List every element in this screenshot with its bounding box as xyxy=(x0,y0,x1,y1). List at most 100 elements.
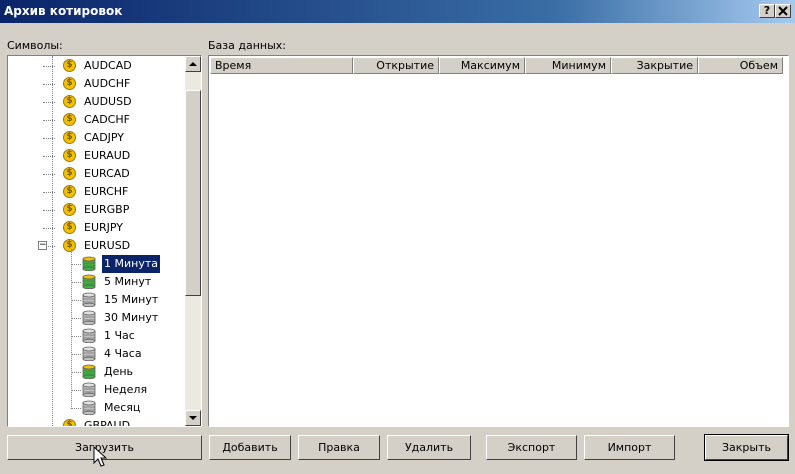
tree-item-label: GBPAUD xyxy=(84,419,131,427)
export-button[interactable]: Экспорт xyxy=(486,435,577,460)
tree-item-timeframe[interactable]: 5 Минут xyxy=(8,273,186,291)
database-grid[interactable]: Время Открытие Максимум Минимум Закрытие… xyxy=(208,55,789,427)
arrow-down-icon xyxy=(189,416,197,420)
tree-item-label: EURJPY xyxy=(84,221,123,234)
tree-item-label: EURUSD xyxy=(84,239,131,252)
arrow-up-icon xyxy=(189,62,197,66)
database-green-icon xyxy=(82,274,96,289)
tree-item-label: 5 Минут xyxy=(104,275,152,288)
close-icon xyxy=(778,6,788,16)
tree-item-symbol[interactable]: $ EURGBP xyxy=(8,201,186,219)
close-button[interactable]: Закрыть xyxy=(704,434,789,461)
database-gray-icon xyxy=(82,400,96,415)
tree-branch-line xyxy=(43,426,55,427)
database-gray-icon xyxy=(82,292,96,307)
archive-window: Архив котировок ? Символы: База данных: … xyxy=(0,0,795,474)
database-gray-icon xyxy=(82,346,96,361)
tree-scrollbar[interactable] xyxy=(185,56,201,426)
tree-item-timeframe[interactable]: 30 Минут xyxy=(8,309,186,327)
add-button[interactable]: Добавить xyxy=(209,435,291,460)
tree-item-symbol[interactable]: $ EURCHF xyxy=(8,183,186,201)
database-gray-icon xyxy=(82,328,96,343)
database-gray-icon xyxy=(82,310,96,325)
tree-item-label: 1 Час xyxy=(104,329,135,342)
tree-item-label: EURGBP xyxy=(84,203,130,216)
tree-item-label: Неделя xyxy=(104,383,148,396)
delete-button[interactable]: Удалить xyxy=(387,435,471,460)
scroll-down-button[interactable] xyxy=(185,410,201,426)
coin-icon: $ xyxy=(63,185,76,198)
tree-item-timeframe[interactable]: 4 Часа xyxy=(8,345,186,363)
tree-item-symbol[interactable]: $ EURJPY xyxy=(8,219,186,237)
symbols-label: Символы: xyxy=(7,39,63,52)
tree-item-timeframe[interactable]: 15 Минут xyxy=(8,291,186,309)
coin-icon: $ xyxy=(63,113,76,126)
title-bar[interactable]: Архив котировок ? xyxy=(0,0,795,23)
tree-item-label: CADJPY xyxy=(84,131,125,144)
tree-item-symbol[interactable]: $ CADJPY xyxy=(8,129,186,147)
tree-item-label: CADCHF xyxy=(84,113,130,126)
tree-item-label: 4 Часа xyxy=(104,347,142,360)
coin-icon: $ xyxy=(63,221,76,234)
database-green-icon xyxy=(82,256,96,271)
column-header-high[interactable]: Максимум xyxy=(439,57,525,74)
tree-item-timeframe[interactable]: Неделя xyxy=(8,381,186,399)
tree-item-symbol[interactable]: $ EURAUD xyxy=(8,147,186,165)
tree-item-label: Месяц xyxy=(104,401,141,414)
coin-icon: $ xyxy=(63,95,76,108)
tree-item-label: AUDUSD xyxy=(84,95,132,108)
tree-item-label: 30 Минут xyxy=(104,311,159,324)
column-header-open[interactable]: Открытие xyxy=(353,57,439,74)
tree-item-symbol[interactable]: $ CADCHF xyxy=(8,111,186,129)
column-header-volume[interactable]: Объем xyxy=(698,57,783,74)
database-label: База данных: xyxy=(208,39,287,52)
tree-item-symbol[interactable]: − $ EURUSD xyxy=(8,237,186,255)
coin-icon: $ xyxy=(63,59,76,72)
symbols-tree[interactable]: $ AUDCAD $ AUDCHF $ AUDUSD $ CADCHF $ CADJPY $ EURA… xyxy=(7,55,202,427)
scroll-up-button[interactable] xyxy=(185,56,201,72)
help-button[interactable]: ? xyxy=(759,4,775,18)
coin-icon: $ xyxy=(63,167,76,180)
tree-item-label: EURAUD xyxy=(84,149,131,162)
scroll-thumb[interactable] xyxy=(185,90,201,296)
tree-item-timeframe[interactable]: День xyxy=(8,363,186,381)
tree-item-symbol[interactable]: $ GBPAUD xyxy=(8,417,186,427)
window-title: Архив котировок xyxy=(4,4,123,18)
tree-item-label: День xyxy=(104,365,134,378)
import-button[interactable]: Импорт xyxy=(584,435,675,460)
column-header-time[interactable]: Время xyxy=(210,57,353,74)
tree-item-symbol[interactable]: $ AUDUSD xyxy=(8,93,186,111)
coin-icon: $ xyxy=(63,149,76,162)
tree-branch-line xyxy=(71,372,81,373)
coin-icon: $ xyxy=(63,239,76,252)
tree-item-timeframe[interactable]: Месяц xyxy=(8,399,186,417)
tree-branch-line xyxy=(43,84,55,85)
tree-branch-line xyxy=(43,192,55,193)
tree-branch-line xyxy=(71,390,81,391)
tree-item-symbol[interactable]: $ AUDCAD xyxy=(8,57,186,75)
tree-branch-line xyxy=(71,336,81,337)
tree-item-label: EURCHF xyxy=(84,185,129,198)
tree-item-symbol[interactable]: $ EURCAD xyxy=(8,165,186,183)
column-header-low[interactable]: Минимум xyxy=(525,57,611,74)
tree-branch-line xyxy=(43,174,55,175)
tree-branch-line xyxy=(71,318,81,319)
coin-icon: $ xyxy=(63,419,76,426)
tree-branch-line xyxy=(43,120,55,121)
tree-branch-line xyxy=(71,408,81,409)
column-header-close[interactable]: Закрытие xyxy=(611,57,698,74)
tree-branch-line xyxy=(43,138,55,139)
tree-branch-line xyxy=(71,354,81,355)
edit-button[interactable]: Правка xyxy=(298,435,380,460)
tree-item-symbol[interactable]: $ AUDCHF xyxy=(8,75,186,93)
tree-item-label: AUDCHF xyxy=(84,77,131,90)
database-green-icon xyxy=(82,364,96,379)
collapse-toggle-icon[interactable]: − xyxy=(38,241,47,250)
tree-branch-line xyxy=(43,102,55,103)
tree-branch-line xyxy=(71,300,81,301)
close-window-button[interactable] xyxy=(775,4,791,18)
tree-item-timeframe[interactable]: 1 Минута xyxy=(8,254,186,274)
tree-item-timeframe[interactable]: 1 Час xyxy=(8,327,186,345)
tree-branch-line xyxy=(71,264,81,265)
tree-branch-line xyxy=(43,66,55,67)
